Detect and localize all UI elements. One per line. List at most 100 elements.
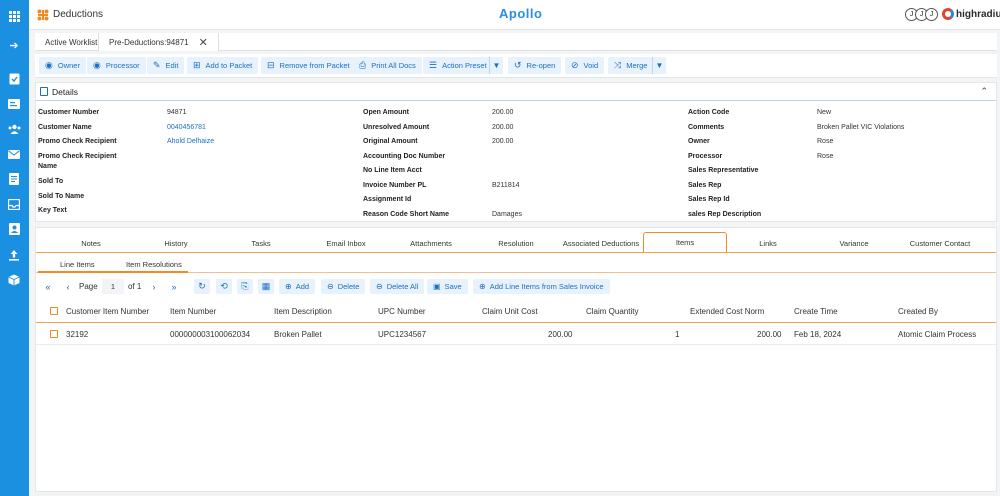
delete-all-button[interactable]: ⊖ Delete All [370,279,425,294]
brand-logo: Apollo [499,6,543,21]
tab-active-worklist[interactable]: Active Worklist [35,33,107,51]
upload-icon[interactable] [7,248,21,262]
avatar[interactable]: J [925,8,938,21]
column-header[interactable]: Created By [898,307,938,316]
select-all-checkbox[interactable] [50,307,58,315]
table-cell: 200.00 [548,330,573,339]
caret-down-icon: ▼ [492,61,501,70]
first-page-icon[interactable]: « [40,279,56,294]
close-icon[interactable]: ✕ [199,36,208,49]
grid-icon[interactable] [7,9,21,23]
delete-button[interactable]: ⊖ Delete [321,279,366,294]
field-label: sales Rep Description [688,211,762,218]
row-checkbox[interactable] [50,330,58,338]
company-logo: highradius [942,8,1000,20]
column-header[interactable]: Claim Quantity [586,307,638,316]
history-icon[interactable]: ⟲ [216,279,232,294]
field-label: Open Amount [363,109,410,116]
tab-customer-contact[interactable]: Customer Contact [902,234,978,252]
column-header[interactable]: Claim Unit Cost [482,307,538,316]
contact-icon[interactable] [7,222,21,236]
merge-dropdown[interactable]: ▼ [652,57,666,74]
reopen-button[interactable]: ↺ Re-open [508,57,562,74]
details-title: Details [52,87,78,97]
next-page-icon[interactable]: › [146,279,162,294]
tab-pre-deductions[interactable]: Pre-Deductions:94871 ✕ [98,33,219,51]
sidebar: ➔ [0,0,29,496]
page-input[interactable] [102,279,124,294]
table-cell: Feb 18, 2024 [794,330,842,339]
minus-circle-icon: ⊖ [327,282,334,291]
processor-button[interactable]: ◉ Processor [87,57,146,74]
void-button[interactable]: ⊘ Void [565,57,605,74]
tab-items[interactable]: Items [643,232,727,252]
promo-check-recipient-link[interactable]: Ahold Delhaize [167,138,214,145]
column-header[interactable]: Create Time [794,307,838,316]
button-label: Void [583,61,599,70]
tab-notes[interactable]: Notes [56,234,126,252]
export-file-icon[interactable]: ⎘ [237,279,253,294]
edit-button[interactable]: ✎ Edit [147,57,185,74]
inbox-icon[interactable] [7,197,21,211]
column-header[interactable]: Item Number [170,307,216,316]
caret-down-icon: ▼ [655,61,664,70]
field-label: Accounting Doc Number [363,153,446,160]
tab-email-inbox[interactable]: Email Inbox [311,234,381,252]
column-header[interactable]: Item Description [274,307,332,316]
remove-from-packet-button[interactable]: ⊟ Remove from Packet [261,57,356,74]
merge-button[interactable]: ⤨ Merge [608,57,654,74]
column-header[interactable]: Customer Item Number [66,307,149,316]
save-button[interactable]: ▣ Save [427,279,468,294]
add-line-items-from-invoice-button[interactable]: ⊕ Add Line Items from Sales Invoice [473,279,610,294]
button-label: Add to Packet [205,61,253,70]
plus-circle-icon: ⊕ [479,282,486,291]
tab-variance[interactable]: Variance [819,234,889,252]
column-settings-icon[interactable]: ▦ [258,279,274,294]
details-header[interactable]: Details ⌃ [36,83,996,101]
owner-value: Rose [817,138,834,145]
tab-tasks[interactable]: Tasks [226,234,296,252]
user-avatars[interactable]: J J J [905,8,938,21]
print-all-docs-button[interactable]: ⎙ Print All Docs [353,57,422,74]
document-icon[interactable] [7,172,21,186]
add-button[interactable]: ⊕ Add [279,279,316,294]
tab-links[interactable]: Links [733,234,803,252]
tab-history[interactable]: History [141,234,211,252]
add-to-packet-button[interactable]: ⊞ Add to Packet [187,57,259,74]
owner-button[interactable]: ◉ Owner [39,57,86,74]
tab-associated-deductions[interactable]: Associated Deductions [558,234,644,252]
header-divider [36,322,996,323]
chevron-up-icon[interactable]: ⌃ [980,86,988,97]
field-label: Owner [688,138,710,145]
checklist-icon[interactable] [7,72,21,86]
mail-icon[interactable] [7,147,21,161]
button-label: Remove from Packet [279,61,350,70]
action-toolbar: ◉ Owner ◉ Processor ✎ Edit ⊞ Add to Packet ⊟… [35,54,997,78]
field-label: Sales Rep [688,182,722,189]
button-label: Re-open [526,61,556,70]
tab-attachments[interactable]: Attachments [396,234,466,252]
field-label: Promo Check Recipient [38,153,117,160]
action-preset-button[interactable]: ☰ Action Preset [423,57,493,74]
field-label: No Line Item Acct [363,167,422,174]
table-cell: UPC1234567 [378,330,427,339]
column-header[interactable]: UPC Number [378,307,426,316]
column-header[interactable]: Extended Cost Norm [690,307,764,316]
field-label: Assignment Id [363,196,412,203]
reopen-icon: ↺ [514,60,522,70]
button-label: Action Preset [442,61,487,70]
customer-name-link[interactable]: 0040456781 [167,124,206,131]
tab-resolution[interactable]: Resolution [481,234,551,252]
last-page-icon[interactable]: » [166,279,182,294]
action-code-value: New [817,109,832,116]
box-icon[interactable] [7,273,21,287]
id-card-icon[interactable] [7,97,21,111]
refresh-icon[interactable]: ↻ [194,279,210,294]
field-label: Processor [688,153,723,160]
button-label: Add [295,282,310,291]
previous-page-icon[interactable]: ‹ [60,279,76,294]
action-preset-dropdown[interactable]: ▼ [489,57,503,74]
open-amount-value: 200.00 [492,109,514,116]
users-icon[interactable] [7,122,21,136]
arrow-right-icon[interactable]: ➔ [7,39,21,53]
